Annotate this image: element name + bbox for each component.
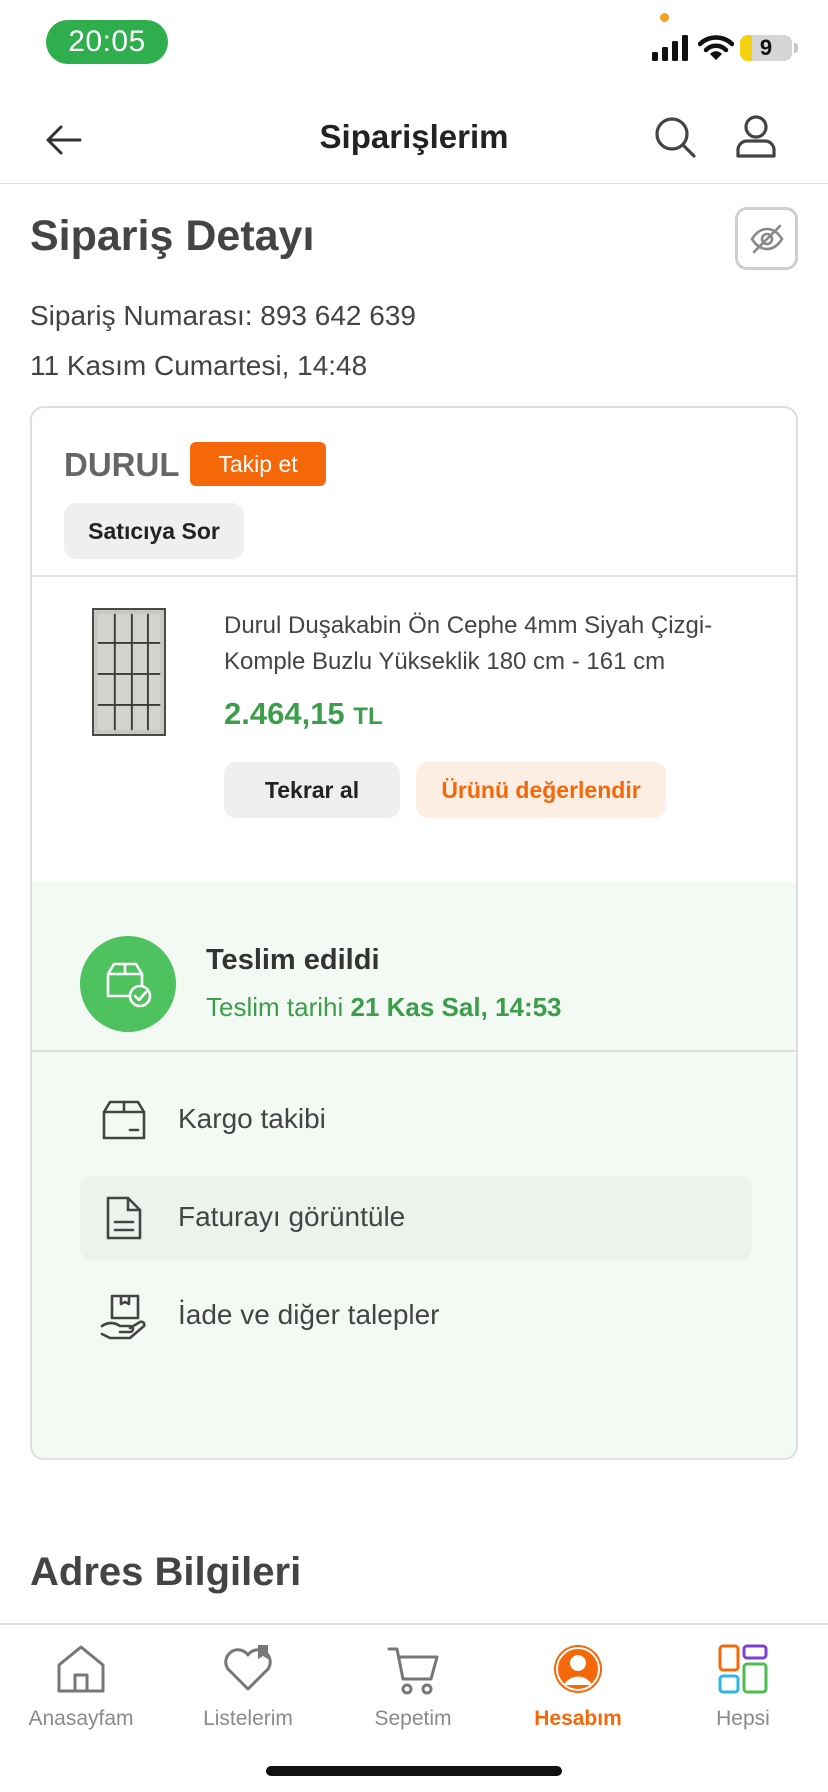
order-date: 11 Kasım Cumartesi, 14:48 <box>30 350 368 381</box>
nav-label: Hesabım <box>534 1707 622 1730</box>
price-amount: 2.464,15 <box>224 696 345 731</box>
nav-home[interactable]: Anasayfam <box>6 1635 156 1735</box>
action-label: Faturayı görüntüle <box>178 1201 406 1232</box>
delivery-date: Teslim tarihi 21 Kas Sal, 14:53 <box>206 992 562 1023</box>
nav-label: Anasayfam <box>28 1707 134 1730</box>
action-label: Kargo takibi <box>178 1103 326 1134</box>
address-section-title: Adres Bilgileri <box>30 1550 302 1594</box>
hide-price-button[interactable] <box>735 207 798 270</box>
user-icon[interactable] <box>732 112 780 160</box>
invoice-icon <box>106 1196 142 1240</box>
battery-level: 9 <box>759 35 773 60</box>
seller-name[interactable]: DURUL <box>64 446 179 484</box>
battery-icon: 9 <box>740 35 792 61</box>
divider <box>32 575 796 577</box>
returns-row[interactable]: İade ve diğer talepler <box>80 1274 752 1358</box>
nav-cart[interactable]: Sepetim <box>338 1635 488 1735</box>
account-icon <box>554 1645 602 1693</box>
follow-seller-button[interactable]: Takip et <box>190 442 326 486</box>
product-name[interactable]: Durul Duşakabin Ön Cephe 4mm Siyah Çizgi… <box>224 608 744 680</box>
delivery-status: Teslim edildi <box>206 944 380 976</box>
home-indicator <box>266 1766 562 1776</box>
order-detail-title: Sipariş Detayı <box>30 212 315 260</box>
view-invoice-row[interactable]: Faturayı görüntüle <box>80 1176 752 1260</box>
status-time: 20:05 <box>46 20 168 64</box>
package-check-icon <box>106 962 152 1008</box>
delivery-date-prefix: Teslim tarihi <box>206 992 344 1022</box>
return-hand-icon <box>100 1294 146 1340</box>
rate-product-button[interactable]: Ürünü değerlendir <box>416 762 666 818</box>
buy-again-button[interactable]: Tekrar al <box>224 762 400 818</box>
nav-lists[interactable]: Listelerim <box>173 1635 323 1735</box>
page-header-title: Siparişlerim <box>319 118 509 155</box>
action-label: İade ve diğer talepler <box>178 1299 440 1330</box>
nav-account[interactable]: Hesabım <box>503 1635 653 1735</box>
wifi-icon <box>698 35 734 60</box>
nav-all[interactable]: Hepsi <box>668 1635 818 1735</box>
box-icon <box>102 1100 146 1140</box>
delivery-section: Teslim edildi Teslim tarihi 21 Kas Sal, … <box>32 882 796 1458</box>
product-price: 2.464,15 TL <box>224 696 383 732</box>
cart-icon <box>387 1647 439 1695</box>
product-thumbnail[interactable] <box>92 608 166 736</box>
nav-label: Sepetim <box>374 1707 452 1730</box>
divider <box>32 1050 796 1052</box>
cargo-tracking-row[interactable]: Kargo takibi <box>80 1078 752 1162</box>
price-currency: TL <box>353 703 383 730</box>
status-bar: 20:05 9 <box>0 0 828 88</box>
order-card: DURUL Takip et Satıcıya Sor Durul Duşaka… <box>30 406 798 1460</box>
eye-off-icon <box>749 224 784 253</box>
order-number: Sipariş Numarası: 893 642 639 <box>30 300 416 331</box>
privacy-indicator-dot <box>660 13 669 22</box>
delivery-date-value: 21 Kas Sal, 14:53 <box>350 992 562 1022</box>
cellular-signal-icon <box>652 35 688 61</box>
home-icon <box>57 1645 105 1693</box>
ask-seller-button[interactable]: Satıcıya Sor <box>64 503 244 559</box>
search-icon[interactable] <box>652 114 698 160</box>
grid-icon <box>718 1644 768 1694</box>
nav-label: Hepsi <box>716 1707 770 1730</box>
nav-label: Listelerim <box>203 1707 293 1730</box>
delivered-status-icon <box>80 936 176 1032</box>
heart-bookmark-icon <box>224 1645 272 1691</box>
app-header: Siparişlerim <box>0 96 828 184</box>
